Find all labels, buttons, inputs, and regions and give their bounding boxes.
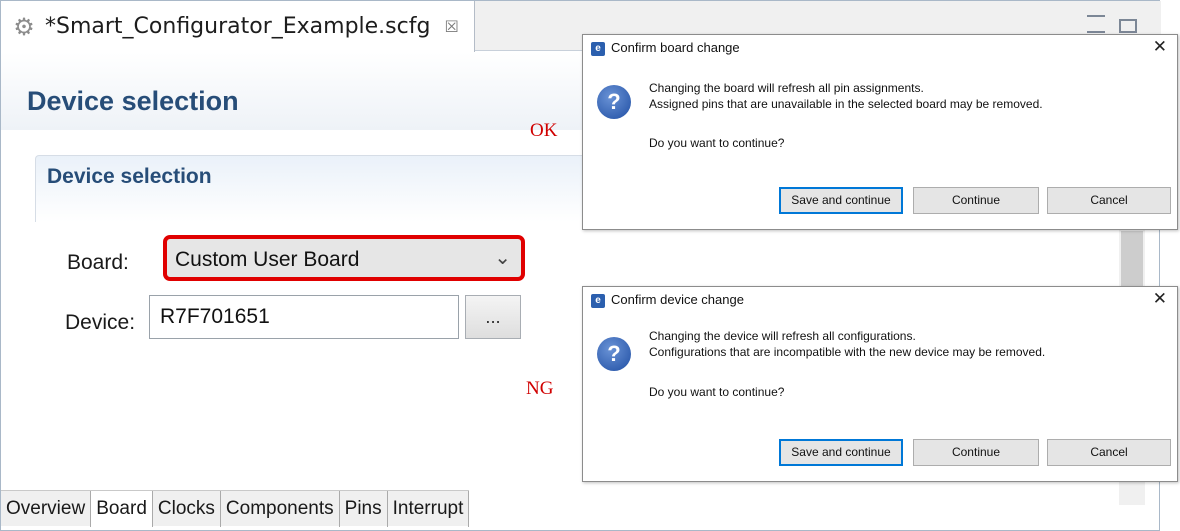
question-icon: ? [597,85,631,119]
section-title: Device selection [47,165,212,188]
dialog-title: Confirm device change [611,292,744,307]
chevron-down-icon: ⌄ [494,245,511,269]
app-icon: e [591,42,605,56]
ok-annotation: OK [530,120,558,141]
dialog-question: Do you want to continue? [649,385,785,399]
settings-gear-icon: ⚙ [13,12,35,41]
close-icon[interactable]: ✕ [1153,37,1167,57]
tab-components[interactable]: Components [221,491,340,527]
tab-clocks[interactable]: Clocks [153,491,221,527]
save-and-continue-button[interactable]: Save and continue [779,187,903,214]
tab-interrupt[interactable]: Interrupt [388,491,470,527]
dialog-message-line1: Changing the device will refresh all con… [649,329,916,343]
dialog-question: Do you want to continue? [649,136,785,150]
minimize-button[interactable] [1087,15,1105,33]
dialog-message-line2: Configurations that are incompatible wit… [649,345,1046,359]
cancel-button[interactable]: Cancel [1047,187,1171,214]
cancel-button[interactable]: Cancel [1047,439,1171,466]
continue-button[interactable]: Continue [913,187,1039,214]
tab-pins[interactable]: Pins [340,491,388,527]
maximize-button[interactable] [1119,19,1137,33]
confirm-device-change-dialog: e Confirm device change ✕ ? Changing the… [582,286,1178,482]
dialog-message-line2: Assigned pins that are unavailable in th… [649,97,1043,111]
file-tab-title: *Smart_Configurator_Example.scfg [45,14,431,39]
device-field-value: R7F701651 [160,305,270,328]
dialog-message-line1: Changing the board will refresh all pin … [649,81,924,95]
confirm-board-change-dialog: e Confirm board change ✕ ? Changing the … [582,34,1178,230]
dialog-titlebar: e Confirm board change ✕ [583,35,1177,61]
ng-annotation: NG [526,378,554,399]
board-dropdown[interactable]: Custom User Board ⌄ [163,235,525,281]
tab-board[interactable]: Board [91,491,153,527]
app-icon: e [591,294,605,308]
continue-button[interactable]: Continue [913,439,1039,466]
device-label: Device: [65,311,136,334]
close-icon[interactable]: ✕ [1153,289,1167,309]
question-icon: ? [597,337,631,371]
save-and-continue-button[interactable]: Save and continue [779,439,903,466]
device-field[interactable]: R7F701651 [149,295,459,339]
board-label: Board: [67,251,129,274]
tab-overview[interactable]: Overview [1,491,92,527]
scrollbar-thumb[interactable] [1121,231,1143,287]
board-dropdown-value: Custom User Board [175,248,360,271]
tab-close-icon[interactable]: ☒ [444,17,458,36]
dialog-titlebar: e Confirm device change ✕ [583,287,1177,313]
dialog-title: Confirm board change [611,40,740,55]
editor-page-tabs: Overview Board Clocks Components Pins In… [1,490,470,527]
file-tab[interactable]: ⚙ *Smart_Configurator_Example.scfg ☒ [1,1,475,52]
device-browse-button[interactable]: ... [465,295,521,339]
page-title: Device selection [27,86,239,116]
